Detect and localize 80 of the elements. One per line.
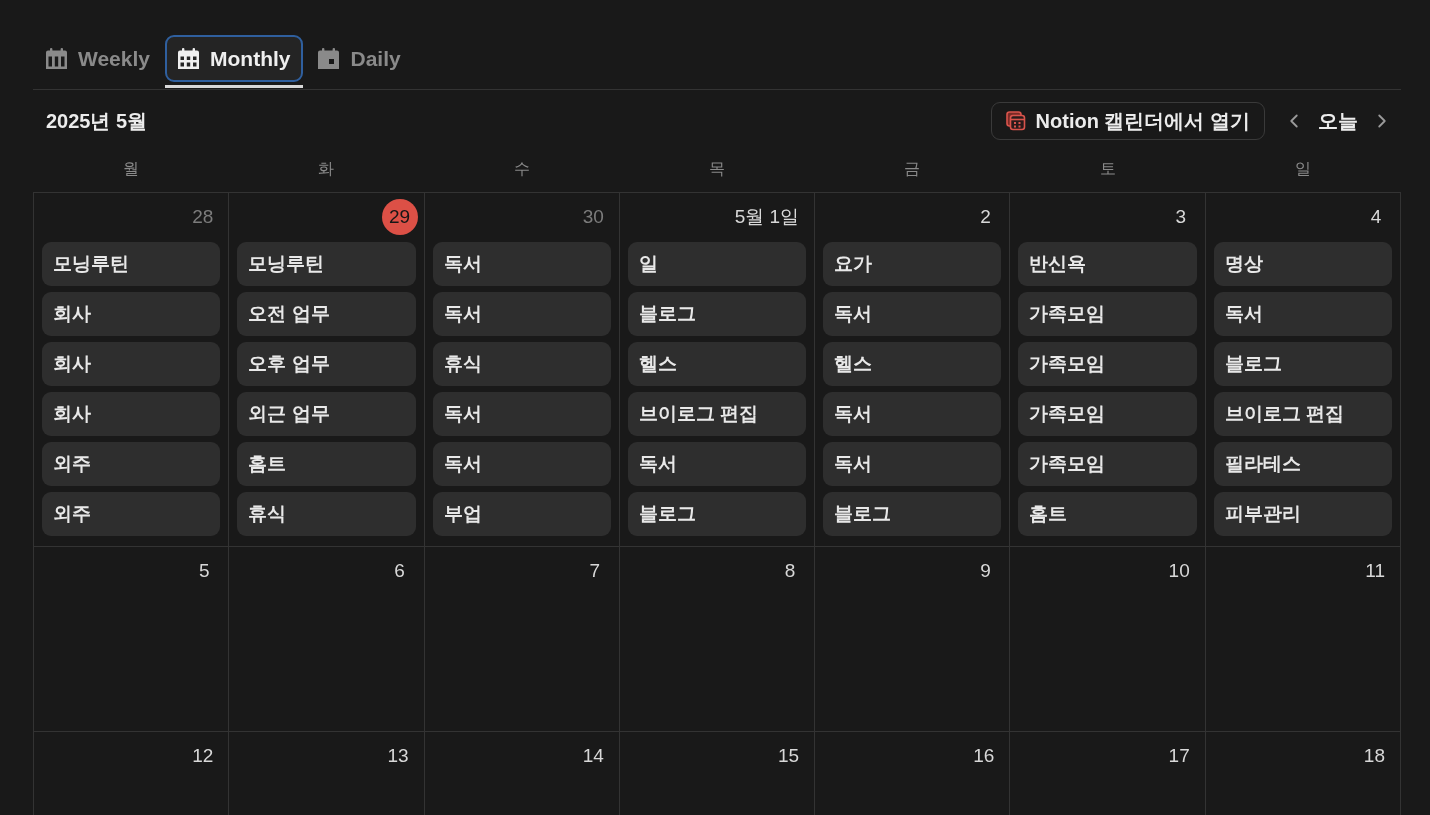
date-number: 15 [777, 743, 801, 768]
date-number: 30 [581, 204, 605, 229]
calendar-event[interactable]: 독서 [432, 392, 611, 436]
calendar-event[interactable]: 명상 [1213, 242, 1392, 286]
date-number: 10 [1167, 558, 1191, 583]
calendar-event[interactable]: 독서 [823, 442, 1002, 486]
calendar-event[interactable]: 독서 [823, 392, 1002, 436]
calendar-event[interactable]: 일 [627, 242, 807, 286]
date-number: 2 [979, 204, 992, 229]
calendar-event[interactable]: 블로그 [627, 492, 807, 536]
calendar-event[interactable]: 헬스 [627, 342, 807, 386]
calendar-event[interactable]: 가족모임 [1018, 442, 1197, 486]
weekday-label: 수 [513, 159, 530, 179]
weekday-label: 토 [1099, 159, 1116, 179]
calendar-event[interactable]: 독서 [1213, 292, 1392, 336]
date-number: 7 [588, 558, 602, 583]
calendar-event[interactable]: 모닝루틴 [42, 242, 221, 286]
calendar-event[interactable]: 휴식 [432, 342, 611, 386]
view-tab[interactable]: Weekly [33, 35, 163, 82]
calendar-event[interactable]: 모닝루틴 [237, 242, 416, 286]
calendar-event[interactable]: 외주 [42, 442, 221, 486]
calendar-event[interactable]: 독서 [432, 442, 611, 486]
calendar-columns-icon [46, 48, 67, 69]
calendar-day-icon [318, 48, 340, 69]
date-number: 12 [191, 743, 215, 768]
month-title: 2025년 5월 [45, 109, 148, 134]
weekday-label: 금 [904, 159, 921, 179]
date-number: 14 [581, 743, 605, 768]
date-number: 29 [381, 199, 418, 235]
calendar-event[interactable]: 회사 [42, 392, 221, 436]
date-number: 6 [393, 558, 406, 583]
calendar-event[interactable]: 회사 [42, 342, 221, 386]
calendar-event[interactable]: 가족모임 [1018, 342, 1197, 386]
calendar-event[interactable]: 독서 [823, 292, 1002, 336]
calendar-event[interactable]: 헬스 [823, 342, 1002, 386]
date-number: 11 [1364, 558, 1386, 583]
weekday-label: 일 [1295, 159, 1312, 179]
date-number: 5월 1일 [733, 204, 801, 229]
date-number: 13 [386, 743, 410, 768]
calendar-icon [1005, 111, 1026, 131]
date-number: 17 [1167, 743, 1191, 768]
calendar-event[interactable]: 요가 [823, 242, 1002, 286]
date-number: 3 [1174, 204, 1187, 229]
weekday-label: 목 [709, 159, 725, 179]
calendar-event[interactable]: 외근 업무 [237, 392, 416, 436]
calendar-event[interactable]: 반신욕 [1018, 242, 1197, 286]
calendar-grid-icon [178, 48, 199, 69]
calendar-event[interactable]: 홈트 [1018, 492, 1197, 536]
calendar-event[interactable]: 오후 업무 [237, 342, 416, 386]
calendar-event[interactable]: 피부관리 [1213, 492, 1392, 536]
date-number: 5 [198, 558, 211, 583]
calendar-event[interactable]: 부업 [432, 492, 611, 536]
date-number: 18 [1362, 743, 1386, 768]
calendar-event[interactable]: 독서 [432, 292, 611, 336]
calendar-event[interactable]: 브이로그 편집 [627, 392, 807, 436]
date-number: 16 [972, 743, 996, 768]
calendar-event[interactable]: 브이로그 편집 [1213, 392, 1392, 436]
calendar-event[interactable]: 홈트 [237, 442, 416, 486]
date-number: 28 [191, 204, 215, 229]
date-number: 9 [979, 558, 992, 583]
calendar-event[interactable]: 독서 [432, 242, 611, 286]
date-number: 8 [783, 558, 797, 583]
calendar-event[interactable]: 외주 [42, 492, 221, 536]
calendar-event[interactable]: 블로그 [627, 292, 807, 336]
open-in-calendar-button[interactable]: Notion 캘린더에서 열기 [990, 102, 1265, 140]
calendar-event[interactable]: 블로그 [823, 492, 1002, 536]
calendar-event[interactable]: 블로그 [1213, 342, 1392, 386]
calendar-event[interactable]: 독서 [627, 442, 807, 486]
calendar-event[interactable]: 회사 [42, 292, 221, 336]
calendar-event[interactable]: 필라테스 [1213, 442, 1392, 486]
date-number: 4 [1369, 204, 1383, 229]
calendar-event[interactable]: 가족모임 [1018, 292, 1197, 336]
weekday-label: 월 [122, 159, 139, 179]
view-tab[interactable]: Daily [305, 35, 414, 82]
calendar-event[interactable]: 휴식 [237, 492, 416, 536]
weekday-label: 화 [318, 159, 335, 179]
view-tab[interactable]: Monthly [165, 35, 304, 82]
today-button[interactable]: 오늘 [1318, 106, 1358, 136]
calendar-event[interactable]: 가족모임 [1018, 392, 1197, 436]
calendar-event[interactable]: 오전 업무 [237, 292, 416, 336]
